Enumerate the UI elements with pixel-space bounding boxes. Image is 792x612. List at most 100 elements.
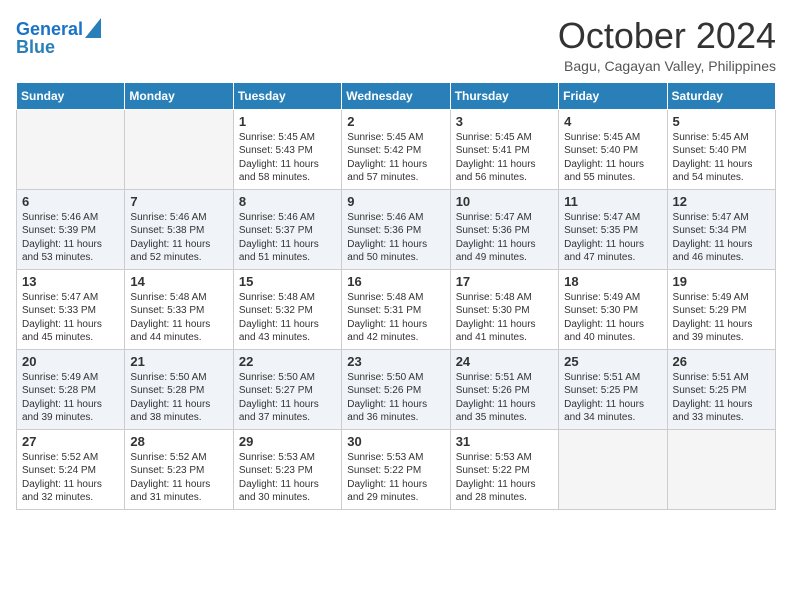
sunset-text: Sunset: 5:23 PM — [239, 464, 336, 478]
calendar-cell: 31Sunrise: 5:53 AMSunset: 5:22 PMDayligh… — [450, 429, 558, 509]
sunrise-text: Sunrise: 5:46 AM — [347, 211, 444, 225]
sunrise-text: Sunrise: 5:53 AM — [456, 451, 553, 465]
calendar-cell: 6 Sunrise: 5:46 AMSunset: 5:39 PMDaylight… — [17, 189, 125, 269]
page-header: General Blue October 2024 Bagu, Cagayan … — [16, 16, 776, 74]
calendar-cell: 7Sunrise: 5:46 AMSunset: 5:38 PMDaylight… — [125, 189, 233, 269]
sunset-text: Sunset: 5:31 PM — [347, 304, 444, 318]
daylight-text: Daylight: 11 hours and 39 minutes. — [673, 318, 770, 345]
calendar-cell: 16Sunrise: 5:48 AMSunset: 5:31 PMDayligh… — [342, 269, 450, 349]
sunrise-text: Sunrise: 5:46 AM — [22, 211, 119, 225]
sunset-text: Sunset: 5:29 PM — [673, 304, 770, 318]
calendar-cell — [559, 429, 667, 509]
sunrise-text: Sunrise: 5:47 AM — [456, 211, 553, 225]
day-number: 22 — [239, 354, 336, 369]
calendar-cell: 10Sunrise: 5:47 AMSunset: 5:36 PMDayligh… — [450, 189, 558, 269]
calendar-cell — [17, 109, 125, 189]
sunset-text: Sunset: 5:27 PM — [239, 384, 336, 398]
calendar-cell: 1Sunrise: 5:45 AMSunset: 5:43 PMDaylight… — [233, 109, 341, 189]
calendar-cell: 3Sunrise: 5:45 AMSunset: 5:41 PMDaylight… — [450, 109, 558, 189]
sunrise-text: Sunrise: 5:45 AM — [673, 131, 770, 145]
day-number: 5 — [673, 114, 770, 129]
sunrise-text: Sunrise: 5:50 AM — [239, 371, 336, 385]
sunset-text: Sunset: 5:34 PM — [673, 224, 770, 238]
daylight-text: Daylight: 11 hours and 39 minutes. — [22, 398, 119, 425]
day-number: 1 — [239, 114, 336, 129]
sunset-text: Sunset: 5:24 PM — [22, 464, 119, 478]
calendar-cell: 21Sunrise: 5:50 AMSunset: 5:28 PMDayligh… — [125, 349, 233, 429]
daylight-text: Daylight: 11 hours and 57 minutes. — [347, 158, 444, 185]
day-number: 2 — [347, 114, 444, 129]
calendar-cell: 19Sunrise: 5:49 AMSunset: 5:29 PMDayligh… — [667, 269, 775, 349]
daylight-text: Daylight: 11 hours and 37 minutes. — [239, 398, 336, 425]
weekday-header-tuesday: Tuesday — [233, 82, 341, 109]
day-number: 24 — [456, 354, 553, 369]
sunset-text: Sunset: 5:40 PM — [564, 144, 661, 158]
day-number: 16 — [347, 274, 444, 289]
daylight-text: Daylight: 11 hours and 35 minutes. — [456, 398, 553, 425]
calendar-cell: 15Sunrise: 5:48 AMSunset: 5:32 PMDayligh… — [233, 269, 341, 349]
day-number: 11 — [564, 194, 661, 209]
calendar-cell: 27Sunrise: 5:52 AMSunset: 5:24 PMDayligh… — [17, 429, 125, 509]
weekday-header-sunday: Sunday — [17, 82, 125, 109]
calendar-week-row: 20Sunrise: 5:49 AMSunset: 5:28 PMDayligh… — [17, 349, 776, 429]
sunset-text: Sunset: 5:28 PM — [22, 384, 119, 398]
sunrise-text: Sunrise: 5:53 AM — [347, 451, 444, 465]
sunrise-text: Sunrise: 5:52 AM — [22, 451, 119, 465]
sunset-text: Sunset: 5:38 PM — [130, 224, 227, 238]
sunset-text: Sunset: 5:33 PM — [22, 304, 119, 318]
weekday-header-row: SundayMondayTuesdayWednesdayThursdayFrid… — [17, 82, 776, 109]
sunset-text: Sunset: 5:43 PM — [239, 144, 336, 158]
daylight-text: Daylight: 11 hours and 29 minutes. — [347, 478, 444, 505]
sunrise-text: Sunrise: 5:48 AM — [239, 291, 336, 305]
day-number: 13 — [22, 274, 119, 289]
daylight-text: Daylight: 11 hours and 38 minutes. — [130, 398, 227, 425]
day-number: 6 — [22, 194, 119, 209]
sunset-text: Sunset: 5:39 PM — [22, 224, 119, 238]
day-number: 12 — [673, 194, 770, 209]
sunrise-text: Sunrise: 5:48 AM — [130, 291, 227, 305]
calendar-week-row: 1Sunrise: 5:45 AMSunset: 5:43 PMDaylight… — [17, 109, 776, 189]
sunset-text: Sunset: 5:42 PM — [347, 144, 444, 158]
sunrise-text: Sunrise: 5:45 AM — [564, 131, 661, 145]
day-number: 26 — [673, 354, 770, 369]
day-number: 15 — [239, 274, 336, 289]
day-number: 3 — [456, 114, 553, 129]
weekday-header-wednesday: Wednesday — [342, 82, 450, 109]
day-number: 14 — [130, 274, 227, 289]
daylight-text: Daylight: 11 hours and 33 minutes. — [673, 398, 770, 425]
sunset-text: Sunset: 5:25 PM — [673, 384, 770, 398]
sunset-text: Sunset: 5:30 PM — [564, 304, 661, 318]
calendar-week-row: 13Sunrise: 5:47 AMSunset: 5:33 PMDayligh… — [17, 269, 776, 349]
location-subtitle: Bagu, Cagayan Valley, Philippines — [558, 58, 776, 74]
day-number: 29 — [239, 434, 336, 449]
day-number: 25 — [564, 354, 661, 369]
sunset-text: Sunset: 5:30 PM — [456, 304, 553, 318]
day-number: 20 — [22, 354, 119, 369]
sunrise-text: Sunrise: 5:51 AM — [564, 371, 661, 385]
calendar-cell: 28Sunrise: 5:52 AMSunset: 5:23 PMDayligh… — [125, 429, 233, 509]
day-number: 10 — [456, 194, 553, 209]
daylight-text: Daylight: 11 hours and 47 minutes. — [564, 238, 661, 265]
daylight-text: Daylight: 11 hours and 41 minutes. — [456, 318, 553, 345]
daylight-text: Daylight: 11 hours and 34 minutes. — [564, 398, 661, 425]
calendar-cell: 23Sunrise: 5:50 AMSunset: 5:26 PMDayligh… — [342, 349, 450, 429]
daylight-text: Daylight: 11 hours and 53 minutes. — [22, 238, 119, 265]
daylight-text: Daylight: 11 hours and 49 minutes. — [456, 238, 553, 265]
month-title: October 2024 — [558, 16, 776, 56]
calendar-cell: 14Sunrise: 5:48 AMSunset: 5:33 PMDayligh… — [125, 269, 233, 349]
day-number: 7 — [130, 194, 227, 209]
day-number: 31 — [456, 434, 553, 449]
calendar-cell — [667, 429, 775, 509]
daylight-text: Daylight: 11 hours and 45 minutes. — [22, 318, 119, 345]
day-number: 17 — [456, 274, 553, 289]
sunset-text: Sunset: 5:26 PM — [347, 384, 444, 398]
sunrise-text: Sunrise: 5:48 AM — [347, 291, 444, 305]
sunrise-text: Sunrise: 5:45 AM — [456, 131, 553, 145]
sunrise-text: Sunrise: 5:45 AM — [239, 131, 336, 145]
sunset-text: Sunset: 5:23 PM — [130, 464, 227, 478]
calendar-cell: 9Sunrise: 5:46 AMSunset: 5:36 PMDaylight… — [342, 189, 450, 269]
sunrise-text: Sunrise: 5:47 AM — [22, 291, 119, 305]
calendar-cell: 8Sunrise: 5:46 AMSunset: 5:37 PMDaylight… — [233, 189, 341, 269]
sunrise-text: Sunrise: 5:51 AM — [673, 371, 770, 385]
sunrise-text: Sunrise: 5:53 AM — [239, 451, 336, 465]
